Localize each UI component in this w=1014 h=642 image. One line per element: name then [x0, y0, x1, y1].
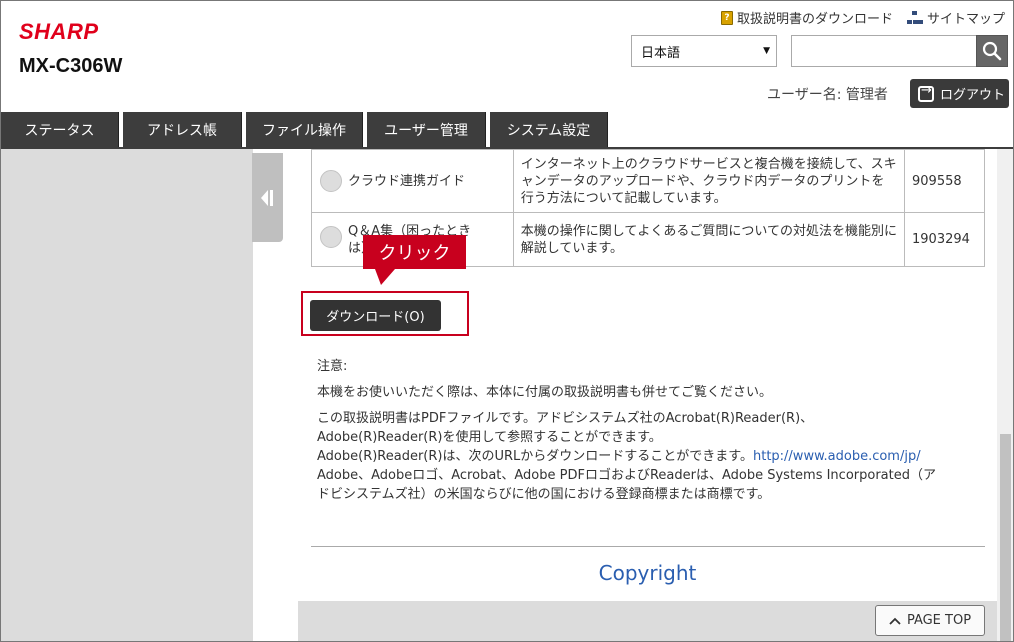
- notes-line: Adobe、Adobeロゴ、Acrobat、Adobe PDFロゴおよびRead…: [317, 468, 936, 483]
- notes-section: 注意: 本機をお使いいただく際は、本体に付属の取扱説明書も併せてご覧ください。 …: [317, 357, 989, 504]
- app-window: SHARP MX-C306W ? 取扱説明書のダウンロード サイトマップ 日本語…: [0, 0, 1014, 642]
- adobe-link[interactable]: http://www.adobe.com/jp/: [753, 449, 921, 464]
- radio-button[interactable]: [320, 225, 342, 248]
- notes-line: Adobe(R)Reader(R)は、次のURLからダウンロードすることができま…: [317, 447, 989, 466]
- chevron-up-icon: [889, 617, 901, 625]
- sitemap-icon: [906, 10, 923, 25]
- tab-file-operations[interactable]: ファイル操作: [246, 112, 363, 148]
- collapse-sidebar-button[interactable]: [252, 153, 283, 242]
- tab-address-book[interactable]: アドレス帳: [123, 112, 242, 148]
- guide-size: 1903294: [904, 212, 985, 267]
- notes-heading: 注意:: [317, 359, 348, 374]
- footer-divider: [311, 546, 985, 547]
- scrollbar-thumb[interactable]: [1000, 434, 1011, 641]
- download-button[interactable]: ダウンロード(O): [310, 300, 441, 331]
- user-name-label: ユーザー名: 管理者: [767, 87, 888, 103]
- guide-description: インターネット上のクラウドサービスと複合機を接続して、スキャンデータのアップロー…: [512, 149, 906, 213]
- page-top-button[interactable]: PAGE TOP: [875, 605, 985, 636]
- main-content: クラウド連携ガイド インターネット上のクラウドサービスと複合機を接続して、スキャ…: [298, 149, 997, 641]
- language-select[interactable]: 日本語 ▼: [631, 35, 777, 67]
- brand-logo: SHARP: [19, 19, 99, 44]
- notes-line: この取扱説明書はPDFファイルです。アドビシステムズ社のAcrobat(R)Re…: [317, 411, 814, 426]
- sitemap-link[interactable]: サイトマップ: [906, 8, 1005, 27]
- notes-line: 本機をお使いいただく際は、本体に付属の取扱説明書も併せてご覧ください。: [317, 385, 773, 400]
- manual-icon: ?: [720, 10, 733, 25]
- table-cell-name: クラウド連携ガイド: [311, 149, 514, 213]
- footer-bar: PAGE TOP: [298, 601, 997, 641]
- sidebar: [1, 149, 253, 641]
- search-button[interactable]: [976, 35, 1008, 67]
- collapse-sidebar-icon: [260, 189, 273, 206]
- table-row: クラウド連携ガイド インターネット上のクラウドサービスと複合機を接続して、スキャ…: [311, 149, 985, 213]
- main-nav: ステータス アドレス帳 ファイル操作 ユーザー管理 システム設定: [1, 112, 1013, 148]
- language-value: 日本語: [641, 45, 681, 61]
- guide-description: 本機の操作に関してよくあるご質問についての対処法を機能別に解説しています。: [512, 212, 906, 267]
- notes-paragraph: この取扱説明書はPDFファイルです。アドビシステムズ社のAcrobat(R)Re…: [317, 409, 989, 504]
- page-top-label: PAGE TOP: [906, 613, 972, 628]
- guide-name: クラウド連携ガイド: [348, 173, 466, 189]
- tab-status[interactable]: ステータス: [1, 112, 119, 148]
- radio-button[interactable]: [320, 170, 342, 193]
- logout-icon: [918, 83, 934, 102]
- notes-line-text: Adobe(R)Reader(R)は、次のURLからダウンロードすることができま…: [317, 449, 753, 464]
- tab-system-settings[interactable]: システム設定: [490, 112, 608, 148]
- notes-line: ドビシステムズ社）の米国ならびに他の国における登録商標または商標です。: [317, 487, 771, 502]
- search-icon: [982, 41, 1002, 61]
- sitemap-label: サイトマップ: [926, 12, 1005, 27]
- search-input[interactable]: [791, 35, 977, 67]
- tab-user-management[interactable]: ユーザー管理: [367, 112, 486, 148]
- manual-download-label: 取扱説明書のダウンロード: [736, 12, 893, 27]
- copyright-link[interactable]: Copyright: [298, 561, 997, 585]
- chevron-down-icon: ▼: [763, 46, 770, 56]
- model-name: MX-C306W: [19, 55, 123, 77]
- manual-download-link[interactable]: ? 取扱説明書のダウンロード: [720, 8, 893, 27]
- notes-line: Adobe(R)Reader(R)を使用して参照することができます。: [317, 430, 662, 445]
- click-callout: クリック: [363, 235, 466, 285]
- top-links: ? 取扱説明書のダウンロード サイトマップ: [720, 8, 1005, 27]
- guide-size: 909558: [904, 149, 985, 213]
- logout-button[interactable]: ログアウト: [910, 79, 1009, 108]
- logout-label: ログアウト: [940, 88, 1006, 103]
